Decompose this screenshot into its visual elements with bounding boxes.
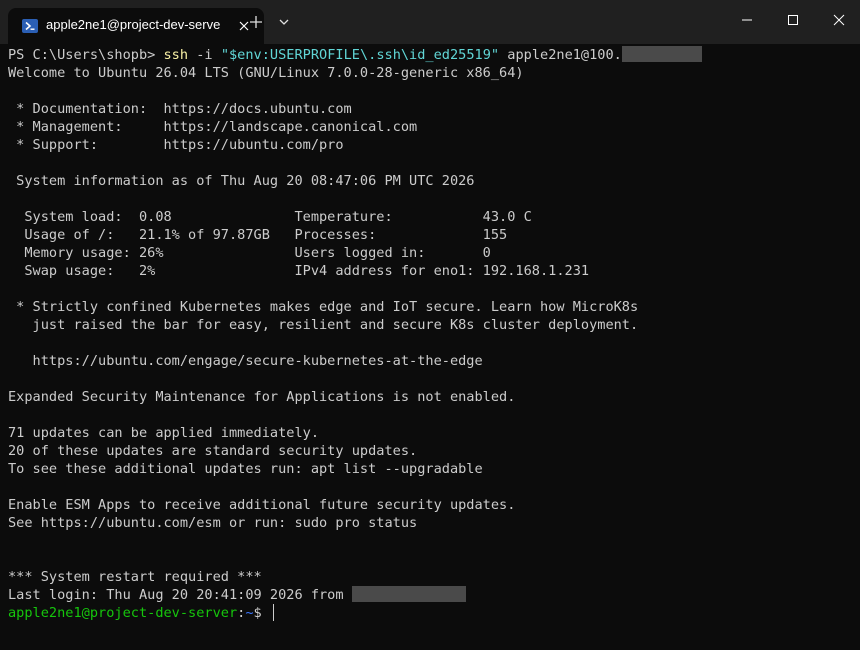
esm-apps-line: Enable ESM Apps to receive additional fu… bbox=[8, 497, 516, 513]
powershell-icon bbox=[22, 19, 38, 33]
updates-line: 20 of these updates are standard securit… bbox=[8, 443, 418, 459]
updates-line: 71 updates can be applied immediately. bbox=[8, 425, 319, 441]
k8s-notice-line: just raised the bar for easy, resilient … bbox=[8, 317, 639, 333]
system-info-header: System information as of Thu Aug 20 08:4… bbox=[8, 173, 475, 189]
ssh-key-path-var: "$env:USERPROFILE bbox=[220, 47, 360, 63]
restart-required-line: *** System restart required *** bbox=[8, 569, 262, 585]
ssh-flag: -i bbox=[188, 47, 221, 63]
stats-line: Swap usage: 2% IPv4 address for eno1: 19… bbox=[8, 263, 590, 279]
support-line: * Support: https://ubuntu.com/pro bbox=[8, 137, 344, 153]
maximize-icon bbox=[788, 15, 798, 25]
stats-line: Usage of /: 21.1% of 97.87GB Processes: … bbox=[8, 227, 508, 243]
prompt-path: ~ bbox=[245, 605, 254, 621]
ssh-host: apple2ne1@100. bbox=[499, 47, 622, 63]
maximize-button[interactable] bbox=[770, 0, 816, 40]
esm-status-line: Expanded Security Maintenance for Applic… bbox=[8, 389, 516, 405]
minimize-button[interactable] bbox=[724, 0, 770, 40]
tab-title: apple2ne1@project-dev-serve bbox=[46, 17, 221, 32]
close-icon bbox=[833, 14, 845, 26]
stats-line: System load: 0.08 Temperature: 43.0 C bbox=[8, 209, 532, 225]
chevron-down-icon[interactable] bbox=[272, 10, 296, 34]
ps-prompt: PS C:\Users\shopb> bbox=[8, 47, 164, 63]
terminal-output[interactable]: PS C:\Users\shopb> ssh -i "$env:USERPROF… bbox=[8, 46, 858, 646]
stats-line: Memory usage: 26% Users logged in: 0 bbox=[8, 245, 491, 261]
tab-ssh-session[interactable]: apple2ne1@project-dev-serve bbox=[8, 8, 264, 44]
prompt-symbol: $ bbox=[253, 605, 270, 621]
title-bar: apple2ne1@project-dev-serve bbox=[0, 0, 860, 44]
minimize-icon bbox=[742, 19, 752, 21]
esm-apps-line: See https://ubuntu.com/esm or run: sudo … bbox=[8, 515, 418, 531]
redacted-ip bbox=[351, 586, 466, 602]
welcome-line: Welcome to Ubuntu 26.04 LTS (GNU/Linux 7… bbox=[8, 65, 524, 81]
ssh-command: ssh bbox=[163, 47, 189, 63]
last-login-text: Last login: Thu Aug 20 20:41:09 2026 fro… bbox=[8, 587, 352, 603]
terminal-window: apple2ne1@project-dev-serve PS C:\Users\… bbox=[0, 0, 860, 650]
updates-line: To see these additional updates run: apt… bbox=[8, 461, 483, 477]
k8s-url-line: https://ubuntu.com/engage/secure-kuberne… bbox=[8, 353, 483, 369]
redacted-ip bbox=[621, 46, 702, 62]
documentation-line: * Documentation: https://docs.ubuntu.com bbox=[8, 101, 352, 117]
management-line: * Management: https://landscape.canonica… bbox=[8, 119, 418, 135]
new-tab-icon[interactable] bbox=[244, 10, 268, 34]
ssh-key-path: \.ssh\id_ed25519" bbox=[359, 47, 500, 63]
prompt-user-host: apple2ne1@project-dev-server bbox=[8, 605, 238, 621]
text-cursor bbox=[272, 604, 274, 621]
ssh-command-line: PS C:\Users\shopb> ssh -i "$env:USERPROF… bbox=[8, 46, 858, 64]
close-window-button[interactable] bbox=[816, 0, 860, 40]
k8s-notice-line: * Strictly confined Kubernetes makes edg… bbox=[8, 299, 639, 315]
last-login-line: Last login: Thu Aug 20 20:41:09 2026 fro… bbox=[8, 586, 858, 604]
shell-prompt-line[interactable]: apple2ne1@project-dev-server:~$ bbox=[8, 604, 858, 622]
